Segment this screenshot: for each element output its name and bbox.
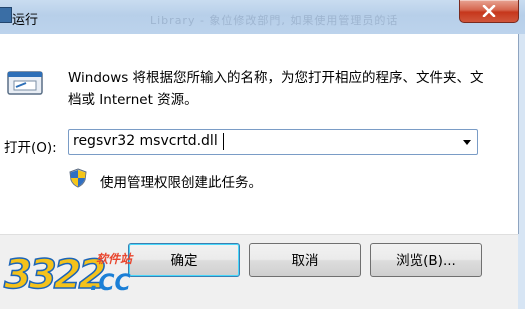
title-bar: Library - 象位修改部門, 如果使用管理员的话 运行 bbox=[0, 0, 525, 34]
run-description: Windows 将根据您所输入的名称，为您打开相应的程序、文件夹、文档或 Int… bbox=[68, 70, 484, 108]
background-ghost-text: Library - 象位修改部門, 如果使用管理员的话 bbox=[150, 14, 399, 27]
open-label: 打开(O): bbox=[4, 140, 57, 156]
window-title: 运行 bbox=[12, 13, 39, 28]
browse-button[interactable]: 浏览(B)... bbox=[370, 243, 482, 277]
run-app-icon bbox=[0, 7, 12, 23]
text-caret bbox=[223, 133, 224, 150]
uac-shield-icon bbox=[69, 168, 87, 188]
command-input[interactable]: regsvr32 msvcrtd.dll bbox=[73, 133, 218, 149]
watermark-suffix: .CC bbox=[90, 271, 131, 296]
dropdown-arrow-icon[interactable] bbox=[463, 140, 471, 145]
close-button[interactable] bbox=[459, 0, 519, 23]
run-program-icon bbox=[7, 71, 43, 95]
cancel-button[interactable]: 取消 bbox=[249, 243, 361, 277]
dialog-body: Windows 将根据您所输入的名称，为您打开相应的程序、文件夹、文档或 Int… bbox=[0, 34, 519, 234]
watermark-site-label: 软件站 bbox=[96, 252, 133, 266]
close-icon bbox=[482, 5, 496, 17]
admin-privilege-note: 使用管理权限创建此任务。 bbox=[100, 175, 262, 191]
site-watermark-logo: 3322 软件站 .CC bbox=[0, 244, 150, 308]
watermark-number: 3322 bbox=[3, 251, 107, 299]
command-combobox[interactable]: regsvr32 msvcrtd.dll bbox=[68, 129, 478, 155]
